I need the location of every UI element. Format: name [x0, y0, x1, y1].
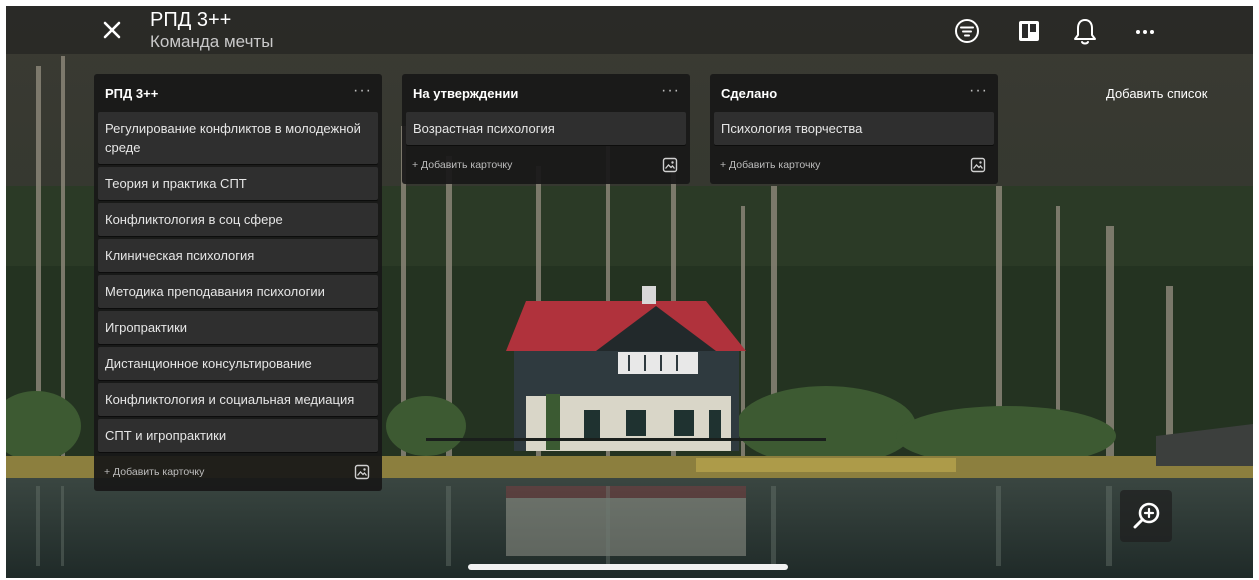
image-icon	[354, 464, 370, 480]
bell-icon	[1074, 19, 1096, 45]
zoom-in-button[interactable]	[1120, 490, 1172, 542]
list-menu-button[interactable]: ···	[969, 82, 988, 100]
list-menu-button[interactable]: ···	[353, 82, 372, 100]
list-header: РПД 3++ ···	[94, 74, 382, 112]
add-image-button[interactable]	[970, 157, 986, 173]
list-footer: + Добавить карточку	[710, 148, 998, 184]
house-illustration	[506, 286, 746, 451]
add-list-button[interactable]: Добавить список	[1106, 86, 1207, 101]
list-title: На утверждении	[413, 86, 519, 101]
list-done: Сделано ··· Психология творчества + Доба…	[710, 74, 998, 184]
card[interactable]: Методика преподавания психологии	[98, 275, 378, 308]
notifications-button[interactable]	[1070, 16, 1100, 46]
card[interactable]: СПТ и игропрактики	[98, 419, 378, 452]
board-title: РПД 3++	[150, 9, 232, 31]
more-icon	[1136, 30, 1154, 34]
list-header: Сделано ···	[710, 74, 998, 112]
card[interactable]: Конфликтология и социальная медиация	[98, 383, 378, 416]
card[interactable]: Возрастная психология	[406, 112, 686, 145]
add-card-button[interactable]: + Добавить карточку	[104, 466, 204, 478]
card[interactable]: Дистанционное консультирование	[98, 347, 378, 380]
list-footer: + Добавить карточку	[402, 148, 690, 184]
card-list: Регулирование конфликтов в молодежной ср…	[94, 112, 382, 452]
filter-button[interactable]	[952, 16, 982, 46]
zoom-in-icon	[1133, 502, 1160, 529]
image-icon	[662, 157, 678, 173]
list-rpd: РПД 3++ ··· Регулирование конфликтов в м…	[94, 74, 382, 491]
card[interactable]: Игропрактики	[98, 311, 378, 344]
card[interactable]: Теория и практика СПТ	[98, 167, 378, 200]
image-icon	[970, 157, 986, 173]
card[interactable]: Регулирование конфликтов в молодежной ср…	[98, 112, 378, 164]
close-button[interactable]	[98, 16, 126, 44]
list-header: На утверждении ···	[402, 74, 690, 112]
card[interactable]: Клиническая психология	[98, 239, 378, 272]
add-image-button[interactable]	[354, 464, 370, 480]
add-image-button[interactable]	[662, 157, 678, 173]
add-card-button[interactable]: + Добавить карточку	[720, 159, 820, 171]
app-screen: РПД 3++ Команда мечты РПД 3++ ··· Регули…	[6, 6, 1253, 578]
list-title: Сделано	[721, 86, 778, 101]
board-view-button[interactable]	[1014, 16, 1044, 46]
board-subtitle: Команда мечты	[150, 32, 274, 51]
filter-icon	[955, 19, 979, 43]
card-list: Психология творчества	[710, 112, 998, 145]
home-indicator[interactable]	[468, 564, 788, 570]
list-pending-approval: На утверждении ··· Возрастная психология…	[402, 74, 690, 184]
list-footer: + Добавить карточку	[94, 455, 382, 491]
card[interactable]: Психология творчества	[714, 112, 994, 145]
list-title: РПД 3++	[105, 86, 159, 101]
card[interactable]: Конфликтология в соц сфере	[98, 203, 378, 236]
card-list: Возрастная психология	[402, 112, 690, 145]
close-icon	[103, 21, 121, 39]
top-bar: РПД 3++ Команда мечты	[6, 6, 1253, 54]
more-options-button[interactable]	[1130, 16, 1160, 46]
add-card-button[interactable]: + Добавить карточку	[412, 159, 512, 171]
board-view-icon	[1019, 21, 1039, 41]
list-menu-button[interactable]: ···	[661, 82, 680, 100]
